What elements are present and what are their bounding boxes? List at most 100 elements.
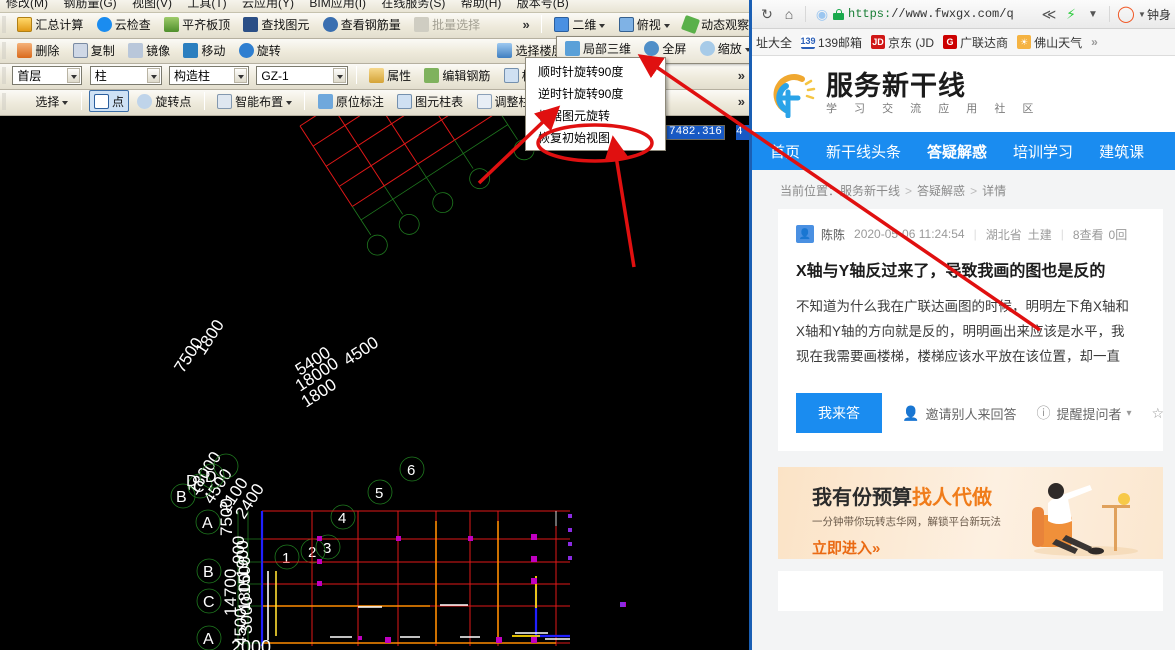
nav-item-training[interactable]: 培训学习 xyxy=(1013,141,1073,162)
cad-drawing-canvas[interactable]: 18000 4500 2100 2400 1800 5400 4500 1800… xyxy=(0,116,749,650)
toolbar-button-insitu-annotate[interactable]: 原位标注 xyxy=(313,90,389,112)
share-icon[interactable]: ≪ xyxy=(1038,3,1060,25)
ad-banner[interactable]: 我有份预算找人代做 一分钟带你玩转志华网，解锁平台新玩法 立即进入» xyxy=(778,467,1163,559)
view-button-local-3d[interactable]: 局部三维 xyxy=(560,37,636,59)
toolbar-button-top-view[interactable]: 俯视 xyxy=(614,13,675,35)
chevron-down-icon[interactable]: ▾ xyxy=(1126,408,1131,419)
post-region: 湖北省 xyxy=(985,227,1022,242)
reload-icon[interactable]: ↻ xyxy=(756,3,778,25)
answer-button[interactable]: 我来答 xyxy=(796,393,882,433)
address-bar[interactable]: https://www.fwxgx.com/q xyxy=(833,4,1038,24)
home-icon[interactable]: ⌂ xyxy=(778,3,800,25)
menu-item-rotate-ccw-90[interactable]: 逆时针旋转90度 xyxy=(526,83,665,105)
menu-item-tools[interactable]: 工具(T) xyxy=(181,0,232,10)
toolbar-button-delete-label: 删除 xyxy=(35,44,60,58)
toolbar4-overflow-chevron[interactable]: » xyxy=(734,90,749,114)
breadcrumb-item-0[interactable]: 服务新干线 xyxy=(840,184,900,198)
remind-asker-button[interactable]: ⓘ 提醒提问者 ▾ xyxy=(1036,403,1131,423)
bookmark-item-0[interactable]: 址大全 xyxy=(756,34,792,51)
toolbar-grip[interactable] xyxy=(2,66,6,84)
account-label[interactable]: 钟身 xyxy=(1147,6,1171,23)
menu-item-modify[interactable]: 修改(M) xyxy=(0,0,54,10)
chevron-down-icon[interactable]: ▼ xyxy=(1082,3,1104,25)
toolbar-button-rotate-point[interactable]: 旋转点 xyxy=(132,90,196,112)
toolbar-button-select[interactable]: 选择 xyxy=(12,90,73,112)
view-button-zoom[interactable]: 缩放 xyxy=(695,37,749,59)
chevron-down-icon[interactable] xyxy=(744,47,749,52)
chevron-down-icon[interactable] xyxy=(333,67,347,83)
toolbar-button-delete[interactable]: 删除 xyxy=(12,39,64,61)
chevron-down-icon[interactable]: ▼ xyxy=(1137,3,1147,25)
nav-item-headlines[interactable]: 新干线头条 xyxy=(826,141,901,162)
toolbar-button-edit-rebar[interactable]: 编辑钢筋 xyxy=(419,64,495,86)
menu-item-bim[interactable]: BIM应用(I) xyxy=(303,0,372,10)
sum-icon xyxy=(17,17,33,32)
bookmark-item-4[interactable]: ☀ 佛山天气 xyxy=(1017,34,1082,51)
toolbar-button-view-rebar[interactable]: 查看钢筋量 xyxy=(318,13,406,35)
toolbar-button-point[interactable]: 点 xyxy=(89,90,130,112)
toolbar1-overflow-chevron[interactable]: » xyxy=(519,17,534,32)
toolbar-button-cloud-check[interactable]: 云检查 xyxy=(92,13,156,35)
nav-item-qa[interactable]: 答疑解惑 xyxy=(927,141,987,162)
toolbar-grip[interactable] xyxy=(2,92,6,110)
view-button-fullscreen[interactable]: 全屏 xyxy=(639,37,691,59)
component-combo[interactable]: GZ-1 xyxy=(256,65,349,85)
category-combo[interactable]: 柱 xyxy=(89,65,162,85)
bookmark-label: 广联达商 xyxy=(960,35,1009,50)
breadcrumb-item-1[interactable]: 答疑解惑 xyxy=(917,184,965,198)
toolbar-separator xyxy=(355,66,357,84)
nav-item-home[interactable]: 首页 xyxy=(770,141,800,162)
menu-item-version[interactable]: 版本号(B) xyxy=(511,0,575,10)
type-combo[interactable]: 构造柱 xyxy=(169,65,250,85)
menu-item-rotate-by-element[interactable]: 根据图元旋转 xyxy=(526,105,665,127)
menu-item-restore-initial-view[interactable]: 恢复初始视图 xyxy=(526,127,665,149)
chevron-down-icon[interactable] xyxy=(234,67,248,83)
toolbar-button-point-label: 点 xyxy=(112,95,125,109)
toolbar-button-mirror[interactable]: 镜像 xyxy=(123,39,175,61)
rotate-point-icon xyxy=(137,94,153,109)
menu-item-help[interactable]: 帮助(H) xyxy=(455,0,508,10)
toolbar-button-2d-view-label: 二维 xyxy=(572,18,597,32)
chevron-down-icon[interactable] xyxy=(599,23,606,28)
menu-item-view[interactable]: 视图(V) xyxy=(126,0,178,10)
toolbar-button-copy[interactable]: 复制 xyxy=(68,39,120,61)
orbit-icon xyxy=(681,14,701,35)
menu-item-online-service[interactable]: 在线服务(S) xyxy=(375,0,451,10)
toolbar-button-rotate[interactable]: 旋转 xyxy=(234,39,286,61)
chevron-down-icon[interactable] xyxy=(67,67,81,83)
flash-icon[interactable]: ⚡ xyxy=(1060,3,1082,25)
menu-item-rotate-cw-90[interactable]: 顺时针旋转90度 xyxy=(526,61,665,83)
floor-combo[interactable]: 首层 xyxy=(12,65,83,85)
toolbar-button-column-table[interactable]: 图元柱表 xyxy=(392,90,468,112)
chevron-down-icon[interactable] xyxy=(62,100,69,105)
avatar[interactable]: 👤 xyxy=(796,225,814,243)
favorite-button[interactable]: ☆ xyxy=(1152,405,1165,422)
toolbar-button-2d-view[interactable]: 二维 xyxy=(549,13,610,35)
toolbar-button-sum[interactable]: 汇总计算 xyxy=(12,13,88,35)
toolbar-button-orbit[interactable]: 动态观察 xyxy=(678,13,749,35)
toolbar-button-align-slab[interactable]: 平齐板顶 xyxy=(159,13,235,35)
node-markers xyxy=(317,534,626,643)
question-body-line-1: X轴和Y轴的方向就是反的，明明画出来应该是水平，我 xyxy=(796,324,1125,339)
nav-item-courses[interactable]: 建筑课 xyxy=(1099,141,1144,162)
toolbar-button-find-element[interactable]: 查找图元 xyxy=(238,13,314,35)
bookmark-item-2[interactable]: JD 京东 (JD xyxy=(871,34,934,51)
opera-logo-icon[interactable]: ◯ xyxy=(1115,3,1137,25)
bookmarks-overflow-chevron[interactable]: » xyxy=(1091,35,1098,49)
post-author[interactable]: 陈陈 xyxy=(821,226,845,243)
chevron-down-icon[interactable] xyxy=(286,100,293,105)
toolbar-grip[interactable] xyxy=(2,41,6,59)
shield-icon[interactable]: ◉ xyxy=(811,3,833,25)
toolbar-grip[interactable] xyxy=(2,15,6,33)
invite-answer-button[interactable]: 👤 邀请别人来回答 xyxy=(902,404,1016,423)
toolbar-button-move[interactable]: 移动 xyxy=(178,39,230,61)
toolbar-button-properties[interactable]: 属性 xyxy=(364,64,416,86)
toolbar3-overflow-chevron[interactable]: » xyxy=(734,64,749,88)
toolbar-button-smart-layout[interactable]: 智能布置 xyxy=(212,90,297,112)
menu-item-cloud[interactable]: 云应用(Y) xyxy=(236,0,300,10)
bookmark-item-1[interactable]: 139 139邮箱 xyxy=(801,34,862,51)
chevron-down-icon[interactable] xyxy=(663,23,670,28)
menu-item-rebar[interactable]: 钢筋量(G) xyxy=(57,0,122,10)
bookmark-item-3[interactable]: G 广联达商 xyxy=(943,34,1008,51)
chevron-down-icon[interactable] xyxy=(146,67,160,83)
